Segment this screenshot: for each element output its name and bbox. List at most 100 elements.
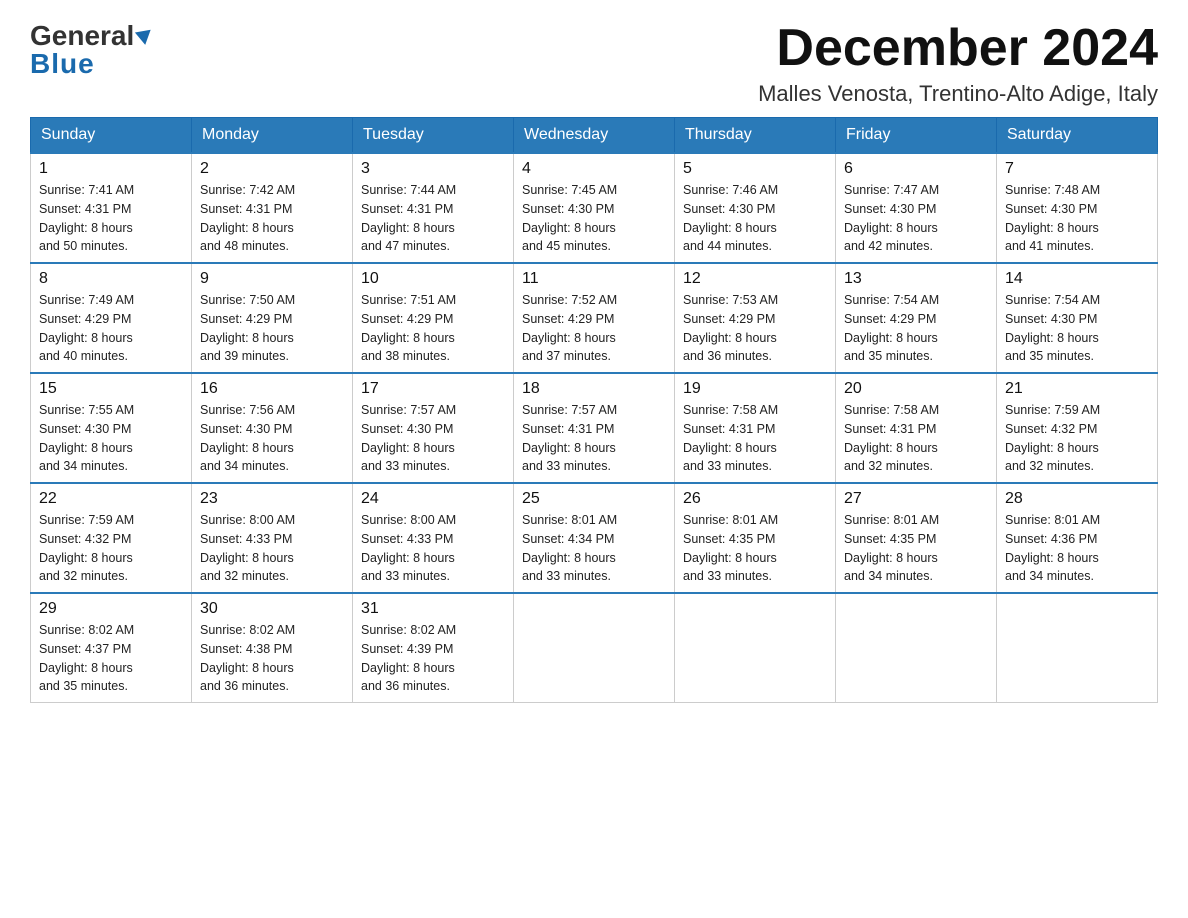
calendar-cell (675, 593, 836, 703)
day-info: Sunrise: 7:54 AM Sunset: 4:30 PM Dayligh… (1005, 291, 1149, 366)
day-number: 14 (1005, 270, 1149, 288)
day-number: 26 (683, 490, 827, 508)
day-info: Sunrise: 8:01 AM Sunset: 4:35 PM Dayligh… (683, 511, 827, 586)
day-info: Sunrise: 7:52 AM Sunset: 4:29 PM Dayligh… (522, 291, 666, 366)
day-number: 23 (200, 490, 344, 508)
calendar-cell: 22 Sunrise: 7:59 AM Sunset: 4:32 PM Dayli… (31, 483, 192, 593)
calendar-cell: 2 Sunrise: 7:42 AM Sunset: 4:31 PM Daylig… (192, 153, 353, 263)
day-info: Sunrise: 7:53 AM Sunset: 4:29 PM Dayligh… (683, 291, 827, 366)
day-number: 11 (522, 270, 666, 288)
day-number: 27 (844, 490, 988, 508)
calendar-cell: 6Sunrise: 7:47 AM Sunset: 4:30 PM Daylig… (836, 153, 997, 263)
calendar-cell: 18 Sunrise: 7:57 AM Sunset: 4:31 PM Dayli… (514, 373, 675, 483)
day-info: Sunrise: 8:01 AM Sunset: 4:34 PM Dayligh… (522, 511, 666, 586)
day-info: Sunrise: 7:41 AM Sunset: 4:31 PM Dayligh… (39, 181, 183, 256)
day-info: Sunrise: 7:44 AM Sunset: 4:31 PM Dayligh… (361, 181, 505, 256)
day-info: Sunrise: 8:00 AM Sunset: 4:33 PM Dayligh… (361, 511, 505, 586)
day-number: 2 (200, 160, 344, 178)
calendar-header-monday: Monday (192, 118, 353, 154)
day-info: Sunrise: 7:51 AM Sunset: 4:29 PM Dayligh… (361, 291, 505, 366)
logo: General Blue (30, 20, 152, 80)
day-info: Sunrise: 7:59 AM Sunset: 4:32 PM Dayligh… (39, 511, 183, 586)
day-info: Sunrise: 7:56 AM Sunset: 4:30 PM Dayligh… (200, 401, 344, 476)
day-info: Sunrise: 7:42 AM Sunset: 4:31 PM Dayligh… (200, 181, 344, 256)
calendar-cell: 19 Sunrise: 7:58 AM Sunset: 4:31 PM Dayli… (675, 373, 836, 483)
month-year-title: December 2024 (758, 20, 1158, 77)
calendar-cell: 23 Sunrise: 8:00 AM Sunset: 4:33 PM Dayli… (192, 483, 353, 593)
day-info: Sunrise: 8:02 AM Sunset: 4:37 PM Dayligh… (39, 621, 183, 696)
day-number: 28 (1005, 490, 1149, 508)
calendar-cell: 25 Sunrise: 8:01 AM Sunset: 4:34 PM Dayli… (514, 483, 675, 593)
calendar-cell: 21Sunrise: 7:59 AM Sunset: 4:32 PM Dayli… (997, 373, 1158, 483)
day-number: 19 (683, 380, 827, 398)
day-number: 4 (522, 160, 666, 178)
calendar-cell: 9 Sunrise: 7:50 AM Sunset: 4:29 PM Daylig… (192, 263, 353, 373)
day-number: 22 (39, 490, 183, 508)
calendar-cell: 7 Sunrise: 7:48 AM Sunset: 4:30 PM Daylig… (997, 153, 1158, 263)
calendar-cell: 4 Sunrise: 7:45 AM Sunset: 4:30 PM Daylig… (514, 153, 675, 263)
calendar-cell: 14 Sunrise: 7:54 AM Sunset: 4:30 PM Dayli… (997, 263, 1158, 373)
calendar-header-wednesday: Wednesday (514, 118, 675, 154)
day-number: 12 (683, 270, 827, 288)
day-number: 15 (39, 380, 183, 398)
calendar-cell: 17 Sunrise: 7:57 AM Sunset: 4:30 PM Dayli… (353, 373, 514, 483)
day-number: 25 (522, 490, 666, 508)
day-number: 9 (200, 270, 344, 288)
day-number: 6 (844, 160, 988, 178)
day-number: 17 (361, 380, 505, 398)
day-number: 18 (522, 380, 666, 398)
day-number: 30 (200, 600, 344, 618)
day-info: Sunrise: 8:02 AM Sunset: 4:38 PM Dayligh… (200, 621, 344, 696)
day-info: Sunrise: 8:01 AM Sunset: 4:35 PM Dayligh… (844, 511, 988, 586)
day-info: Sunrise: 8:00 AM Sunset: 4:33 PM Dayligh… (200, 511, 344, 586)
calendar-cell: 26 Sunrise: 8:01 AM Sunset: 4:35 PM Dayli… (675, 483, 836, 593)
day-info: Sunrise: 7:59 AM Sunset: 4:32 PM Dayligh… (1005, 401, 1149, 476)
calendar-header-tuesday: Tuesday (353, 118, 514, 154)
day-info: Sunrise: 7:55 AM Sunset: 4:30 PM Dayligh… (39, 401, 183, 476)
day-number: 24 (361, 490, 505, 508)
day-info: Sunrise: 7:57 AM Sunset: 4:31 PM Dayligh… (522, 401, 666, 476)
calendar-cell: 31 Sunrise: 8:02 AM Sunset: 4:39 PM Dayli… (353, 593, 514, 703)
calendar-header-saturday: Saturday (997, 118, 1158, 154)
calendar-cell: 11 Sunrise: 7:52 AM Sunset: 4:29 PM Dayli… (514, 263, 675, 373)
calendar-header-friday: Friday (836, 118, 997, 154)
day-number: 3 (361, 160, 505, 178)
calendar-cell: 27 Sunrise: 8:01 AM Sunset: 4:35 PM Dayli… (836, 483, 997, 593)
day-info: Sunrise: 7:45 AM Sunset: 4:30 PM Dayligh… (522, 181, 666, 256)
calendar-cell: 24 Sunrise: 8:00 AM Sunset: 4:33 PM Dayli… (353, 483, 514, 593)
calendar-cell: 13 Sunrise: 7:54 AM Sunset: 4:29 PM Dayli… (836, 263, 997, 373)
day-number: 31 (361, 600, 505, 618)
day-info: Sunrise: 7:46 AM Sunset: 4:30 PM Dayligh… (683, 181, 827, 256)
day-number: 7 (1005, 160, 1149, 178)
day-info: Sunrise: 7:50 AM Sunset: 4:29 PM Dayligh… (200, 291, 344, 366)
week-row-3: 15 Sunrise: 7:55 AM Sunset: 4:30 PM Dayli… (31, 373, 1158, 483)
day-info: Sunrise: 7:48 AM Sunset: 4:30 PM Dayligh… (1005, 181, 1149, 256)
week-row-1: 1Sunrise: 7:41 AM Sunset: 4:31 PM Daylig… (31, 153, 1158, 263)
calendar-cell: 1Sunrise: 7:41 AM Sunset: 4:31 PM Daylig… (31, 153, 192, 263)
day-number: 8 (39, 270, 183, 288)
day-info: Sunrise: 8:02 AM Sunset: 4:39 PM Dayligh… (361, 621, 505, 696)
logo-blue-label: Blue (30, 48, 95, 80)
day-number: 16 (200, 380, 344, 398)
title-section: December 2024 Malles Venosta, Trentino-A… (758, 20, 1158, 107)
calendar-cell: 30 Sunrise: 8:02 AM Sunset: 4:38 PM Dayli… (192, 593, 353, 703)
calendar-cell: 20Sunrise: 7:58 AM Sunset: 4:31 PM Dayli… (836, 373, 997, 483)
calendar-cell (836, 593, 997, 703)
day-info: Sunrise: 7:57 AM Sunset: 4:30 PM Dayligh… (361, 401, 505, 476)
location-text: Malles Venosta, Trentino-Alto Adige, Ita… (758, 81, 1158, 107)
calendar-header-sunday: Sunday (31, 118, 192, 154)
calendar-cell: 10 Sunrise: 7:51 AM Sunset: 4:29 PM Dayli… (353, 263, 514, 373)
calendar-cell (997, 593, 1158, 703)
day-info: Sunrise: 8:01 AM Sunset: 4:36 PM Dayligh… (1005, 511, 1149, 586)
day-info: Sunrise: 7:54 AM Sunset: 4:29 PM Dayligh… (844, 291, 988, 366)
calendar-header-row: SundayMondayTuesdayWednesdayThursdayFrid… (31, 118, 1158, 154)
calendar-cell: 15 Sunrise: 7:55 AM Sunset: 4:30 PM Dayli… (31, 373, 192, 483)
calendar-cell: 12 Sunrise: 7:53 AM Sunset: 4:29 PM Dayli… (675, 263, 836, 373)
day-info: Sunrise: 7:58 AM Sunset: 4:31 PM Dayligh… (683, 401, 827, 476)
calendar-cell (514, 593, 675, 703)
day-number: 10 (361, 270, 505, 288)
calendar-cell: 5Sunrise: 7:46 AM Sunset: 4:30 PM Daylig… (675, 153, 836, 263)
logo-triangle-icon (135, 30, 153, 47)
day-number: 13 (844, 270, 988, 288)
calendar-cell: 28 Sunrise: 8:01 AM Sunset: 4:36 PM Dayli… (997, 483, 1158, 593)
